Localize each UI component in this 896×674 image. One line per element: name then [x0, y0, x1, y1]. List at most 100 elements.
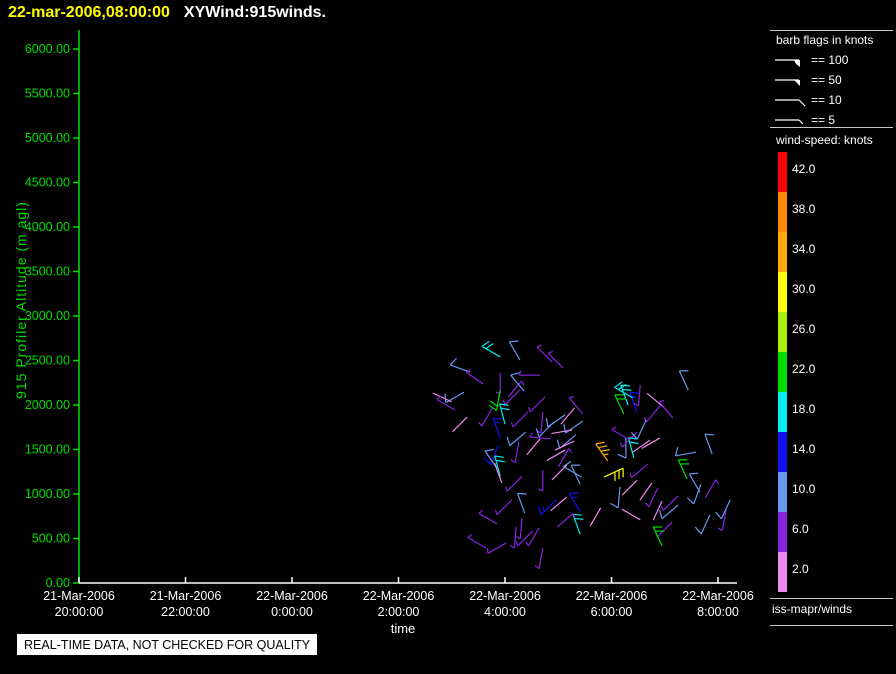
wind-barb — [432, 392, 453, 403]
y-tick-label: 1500.00 — [25, 443, 70, 457]
color-swatch — [778, 512, 787, 552]
wind-barb — [510, 411, 529, 428]
separator-line — [770, 625, 893, 626]
color-scale-value: 30.0 — [792, 282, 816, 296]
y-tick-label: 4500.00 — [25, 176, 70, 190]
wind-barb — [538, 469, 544, 492]
color-swatch — [778, 352, 787, 392]
barb-flag-label: == 50 — [811, 73, 842, 87]
separator-line — [770, 127, 893, 128]
color-scale-value: 26.0 — [792, 322, 816, 336]
wind-barb — [449, 358, 471, 373]
y-axis: 6000.00 5500.00 5000.00 4500.00 4000.00 3500.… — [25, 30, 80, 590]
wind-barb — [589, 507, 602, 527]
wind-barb — [717, 509, 727, 532]
wind-barb — [537, 499, 557, 516]
wind-barb — [451, 416, 468, 433]
x-tick-time: 0:00:00 — [271, 605, 313, 619]
wind-barb — [652, 526, 665, 547]
y-tick-label: 4000.00 — [25, 220, 70, 234]
barb-flag-label: == 5 — [811, 113, 836, 127]
wind-barb — [688, 472, 701, 493]
wind-barb — [536, 344, 553, 363]
x-tick-date: 22-Mar-2006 — [256, 589, 328, 603]
wind-barb — [527, 396, 546, 413]
wind-barb — [570, 464, 581, 485]
data-source-label: iss-mapr/winds — [772, 602, 853, 616]
wind-barb — [494, 499, 513, 516]
color-swatch — [778, 432, 787, 472]
wind-barb — [633, 384, 641, 407]
color-scale-entry: 6.0 — [778, 512, 893, 552]
color-swatch — [778, 312, 787, 352]
x-tick-date: 21-Mar-2006 — [150, 589, 222, 603]
y-tick-label: 1000.00 — [25, 487, 70, 501]
wind-barb — [704, 479, 720, 499]
wind-barb — [467, 533, 487, 549]
wind-barb — [627, 437, 639, 459]
x-tick-date: 22-Mar-2006 — [469, 589, 541, 603]
color-scale-value: 34.0 — [792, 242, 816, 256]
wind-barb — [508, 340, 521, 361]
wind-barb — [551, 464, 568, 481]
wind-barb — [492, 417, 503, 439]
color-swatch — [778, 232, 787, 272]
color-scale-value: 42.0 — [792, 162, 816, 176]
wind-barb — [686, 484, 702, 505]
wind-barb — [557, 448, 573, 468]
wind-barb — [603, 467, 624, 482]
wind-barb — [478, 407, 493, 427]
y-tick-label: 0.00 — [46, 576, 70, 590]
wind-barb — [694, 514, 711, 535]
wind-barb — [494, 462, 503, 484]
wind-barb — [550, 496, 568, 512]
wind-barb — [498, 403, 510, 425]
wind-barb — [704, 433, 714, 455]
color-scale-value: 18.0 — [792, 402, 816, 416]
x-tick-date: 22-Mar-2006 — [576, 589, 648, 603]
color-scale-entry: 14.0 — [778, 432, 893, 472]
color-scale-entry: 26.0 — [778, 312, 893, 352]
wind-barb — [545, 414, 566, 428]
color-scale-entry: 22.0 — [778, 352, 893, 392]
color-swatch — [778, 472, 787, 512]
x-tick-time: 6:00:00 — [591, 605, 633, 619]
wind-barb — [614, 394, 626, 415]
wind-barb — [525, 527, 540, 547]
plot-canvas[interactable]: 6000.00 5500.00 5000.00 4500.00 4000.00 3500.… — [0, 0, 896, 674]
wind-barb — [645, 487, 659, 508]
barb-legend-row: == 10 — [774, 90, 848, 110]
barb-flag-icon — [775, 79, 800, 86]
color-scale-entry: 38.0 — [778, 192, 893, 232]
wind-barb — [660, 495, 679, 512]
y-tick-label: 2500.00 — [25, 354, 70, 368]
color-scale-value: 14.0 — [792, 442, 816, 456]
wind-barb — [658, 399, 674, 419]
wind-barbs-layer — [432, 340, 731, 570]
y-tick-label: 6000.00 — [25, 42, 70, 56]
wind-barb — [678, 370, 689, 391]
separator-line — [770, 30, 893, 31]
wind-barb — [621, 508, 641, 521]
color-swatch — [778, 152, 787, 192]
wind-barb — [556, 512, 576, 528]
barb-flag-label: == 10 — [811, 93, 842, 107]
separator-line — [770, 598, 893, 599]
quality-banner: REAL-TIME DATA, NOT CHECKED FOR QUALITY — [17, 634, 318, 655]
wind-barb — [629, 463, 649, 479]
wind-barb — [639, 482, 653, 501]
y-tick-label: 5000.00 — [25, 131, 70, 145]
wind-barb — [536, 412, 544, 434]
wind-barb — [518, 370, 541, 376]
wind-barb — [715, 499, 731, 520]
wind-barb — [643, 405, 661, 423]
wind-barb — [569, 492, 581, 513]
barb-flag-icon — [775, 99, 806, 107]
y-tick-label: 3500.00 — [25, 265, 70, 279]
barb-flag-icon — [775, 59, 800, 67]
color-swatch — [778, 192, 787, 232]
x-tick-date: 22-Mar-2006 — [682, 589, 754, 603]
wind-barb — [510, 441, 520, 464]
wind-barb — [677, 459, 690, 480]
y-tick-label: 500.00 — [32, 532, 70, 546]
